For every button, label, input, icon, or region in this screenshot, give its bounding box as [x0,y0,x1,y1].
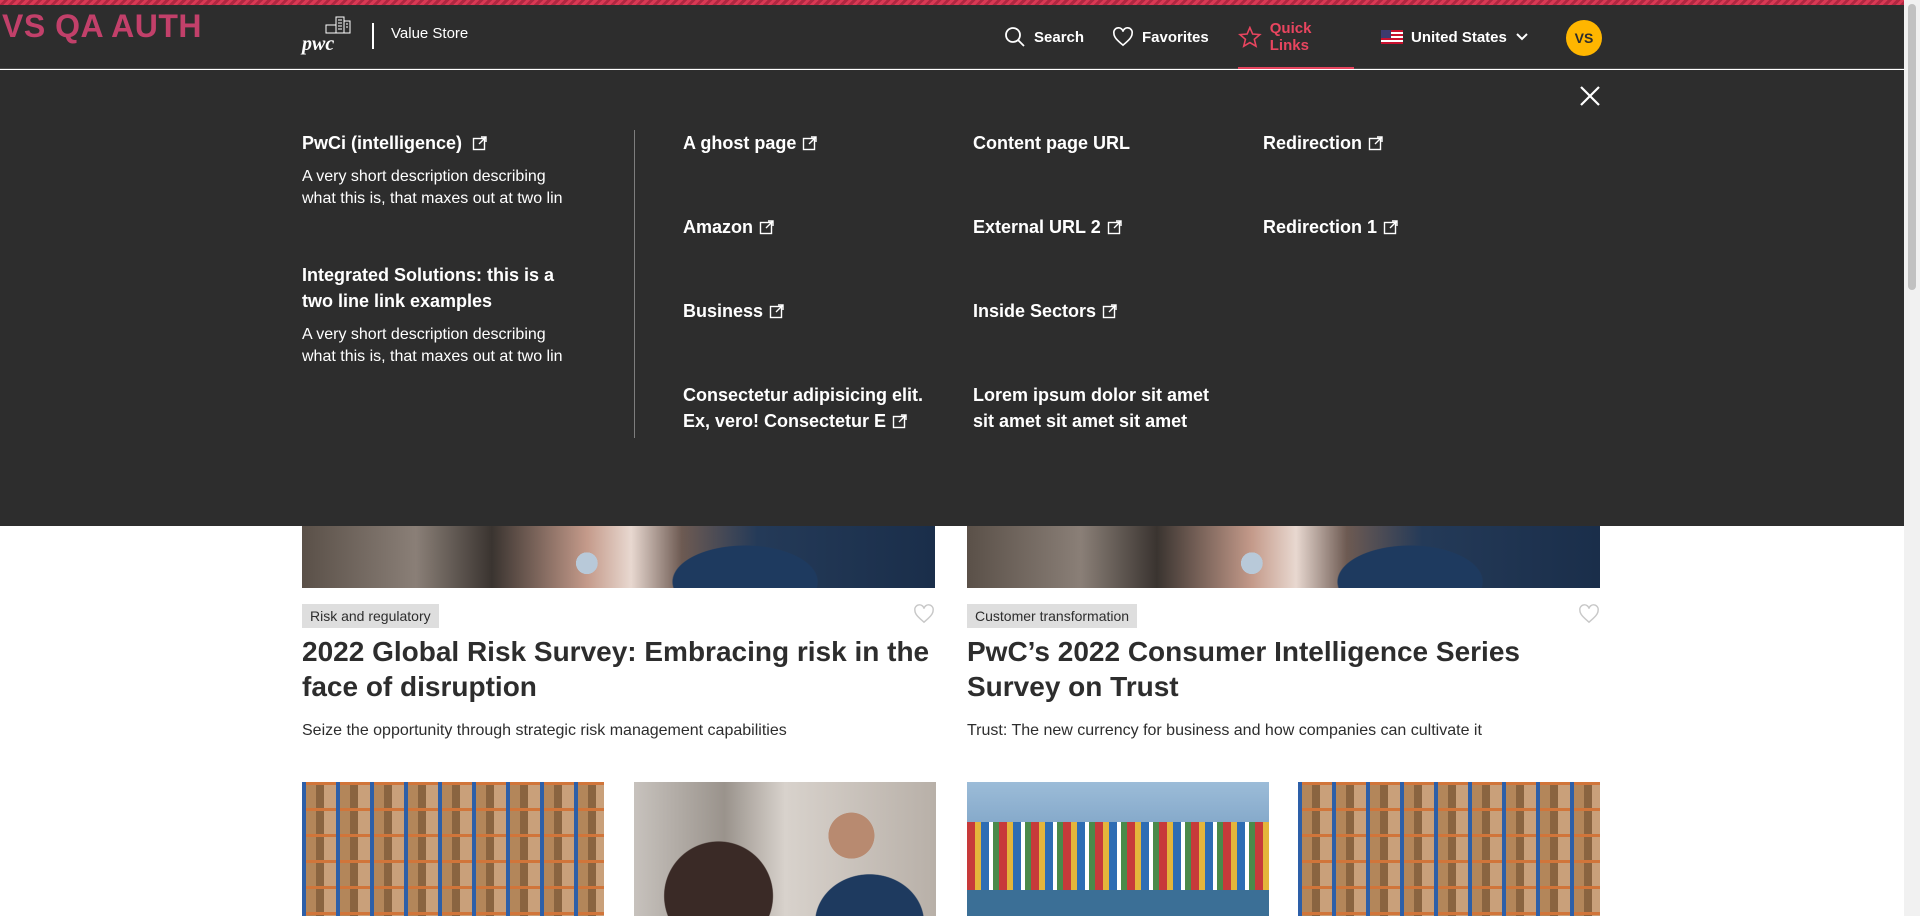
search-icon [1005,27,1025,47]
featured-link-item[interactable]: Integrated Solutions: this is a two line… [302,262,582,368]
featured-link-title[interactable]: PwCi (intelligence) [302,133,462,153]
quick-links-menu: PwCi (intelligence) A very short descrip… [0,70,1904,526]
quick-link[interactable]: Consectetur adipisicing elit. Ex, vero! … [683,382,933,434]
favorite-heart-icon[interactable] [1578,604,1600,624]
external-link-icon [473,136,488,151]
us-flag-icon [1381,30,1403,44]
logo-buildings-icon [325,16,351,34]
quick-link[interactable]: A ghost page [683,130,818,156]
quick-link[interactable]: Content page URL [973,130,1130,156]
pwc-logo[interactable]: pwc [302,15,354,57]
category-tag[interactable]: Risk and regulatory [302,604,439,628]
country-selector[interactable]: United States [1381,5,1529,69]
search-label: Search [1034,28,1085,46]
site-header: VS QA AUTH pwc Value Store Search Favori… [0,5,1904,69]
external-link-icon [1102,304,1117,319]
card-image[interactable] [302,526,935,588]
country-label: United States [1411,28,1507,46]
featured-link-title[interactable]: Integrated Solutions: this is a two line… [302,262,582,314]
environment-label: VS QA AUTH [2,8,202,44]
featured-link-item[interactable]: PwCi (intelligence) A very short descrip… [302,130,582,210]
external-link-icon [892,414,907,429]
quick-link[interactable]: Lorem ipsum dolor sit amet sit amet sit … [973,382,1223,434]
quick-link-label: Inside Sectors [973,301,1097,321]
site-name[interactable]: Value Store [391,25,468,42]
category-tag[interactable]: Customer transformation [967,604,1138,628]
star-icon [1238,26,1262,48]
menu-divider [634,130,635,438]
external-link-icon [1383,220,1398,235]
featured-link-description: A very short description describing what… [302,326,563,365]
logo-divider [372,23,374,49]
quick-links-label: Quick Links [1269,20,1312,54]
quick-link[interactable]: External URL 2 [973,214,1123,240]
page-scrollbar[interactable] [1904,0,1920,916]
heart-icon [1113,27,1133,47]
card-image[interactable] [967,526,1600,588]
quick-link-label: Redirection 1 [1263,217,1378,237]
card-title[interactable]: PwC’s 2022 Consumer Intelligence Series … [967,634,1607,704]
quick-link-label: A ghost page [683,133,797,153]
quick-link-label: Lorem ipsum dolor sit amet sit amet sit … [973,385,1210,431]
favorites-button[interactable]: Favorites [1112,5,1209,69]
external-link-icon [803,136,818,151]
card-thumbnail[interactable] [634,782,936,916]
external-link-icon [1368,136,1383,151]
card-thumbnail[interactable] [302,782,604,916]
quick-link[interactable]: Amazon [683,214,775,240]
card-description: Seize the opportunity through strategic … [302,722,787,739]
quick-link-label: Consectetur adipisicing elit. Ex, vero! … [683,385,924,431]
featured-links: PwCi (intelligence) A very short descrip… [302,130,582,365]
quick-link[interactable]: Redirection 1 [1263,214,1399,240]
logo-wordmark: pwc [302,33,335,55]
quick-link-label: Redirection [1263,133,1363,153]
external-link-icon [769,304,784,319]
card-description: Trust: The new currency for business and… [967,722,1482,739]
scrollbar-thumb[interactable] [1908,4,1916,290]
quick-link-label: Content page URL [973,133,1130,153]
featured-link-description: A very short description describing what… [302,168,563,207]
quick-link-label: Business [683,301,764,321]
quick-link[interactable]: Redirection [1263,130,1384,156]
close-icon[interactable] [1578,84,1602,108]
quick-link[interactable]: Inside Sectors [973,298,1118,324]
favorites-label: Favorites [1142,28,1209,46]
favorite-heart-icon[interactable] [913,604,935,624]
card-thumbnail[interactable] [1298,782,1600,916]
external-link-icon [759,220,774,235]
card-thumbnail[interactable] [967,782,1269,916]
chevron-down-icon [1516,33,1528,41]
external-link-icon [1107,220,1122,235]
card-title[interactable]: 2022 Global Risk Survey: Embracing risk … [302,634,942,704]
user-avatar[interactable]: VS [1566,20,1602,56]
quick-link-label: Amazon [683,217,754,237]
quick-link[interactable]: Business [683,298,785,324]
page: VS QA AUTH pwc Value Store Search Favori… [0,0,1920,916]
quick-link-label: External URL 2 [973,217,1101,237]
content-area: Risk and regulatory 2022 Global Risk Sur… [0,526,1904,916]
quick-links-button[interactable]: Quick Links [1238,5,1354,69]
search-button[interactable]: Search [1004,5,1084,69]
